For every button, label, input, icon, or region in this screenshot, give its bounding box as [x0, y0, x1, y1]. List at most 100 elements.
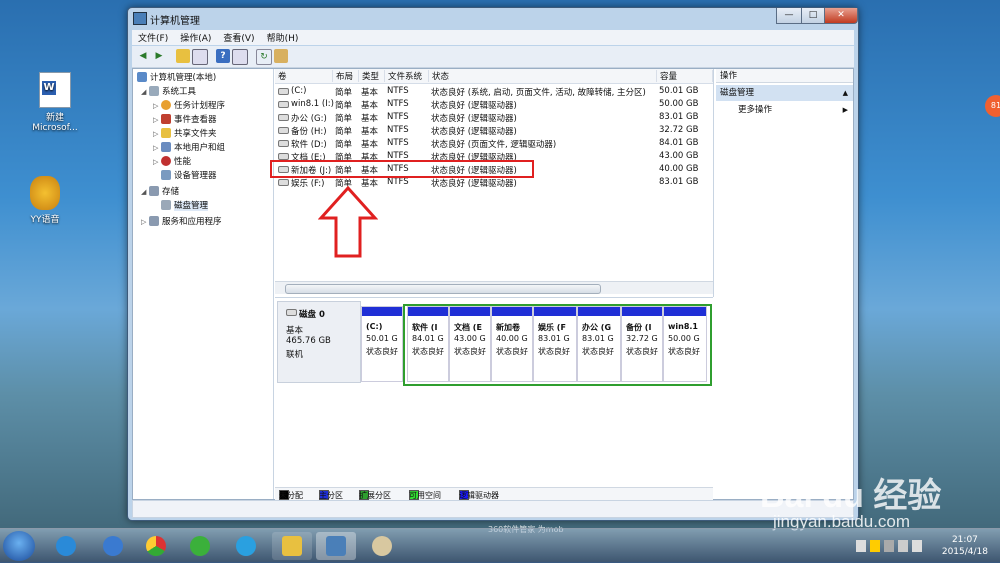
tree-item-device-manager[interactable]: 设备管理器 — [161, 169, 217, 183]
folder-up-icon[interactable] — [176, 49, 190, 63]
menu-view[interactable]: 查看(V) — [217, 30, 260, 45]
word-document-icon: W — [39, 72, 71, 108]
paint-icon — [372, 536, 392, 556]
taskbar-explorer[interactable] — [272, 532, 312, 560]
collapse-icon[interactable]: ◢ — [141, 185, 149, 199]
partition-block[interactable]: 备份 (I 32.72 G 状态良好 — [621, 306, 663, 382]
help-icon[interactable]: ? — [216, 49, 230, 63]
table-cell: 基本 — [361, 127, 379, 137]
column-status[interactable]: 状态 — [429, 70, 657, 82]
notification-badge[interactable]: 81 — [985, 95, 1000, 117]
more-actions-item[interactable]: 更多操作 ▶ — [716, 103, 853, 118]
tree-item-shared-folders[interactable]: ▷ 共享文件夹 — [153, 127, 217, 141]
table-row[interactable]: win8.1 (I:) 简单 基本 NTFS 状态良好 (逻辑驱动器) 50.00 GB — [275, 98, 713, 111]
tree-item-local-users[interactable]: ▷ 本地用户和组 — [153, 141, 225, 155]
collapse-icon[interactable]: ◢ — [141, 85, 149, 99]
scrollbar-thumb[interactable] — [285, 284, 601, 294]
desktop-icon-word-doc[interactable]: W 新建 Microsof... — [20, 72, 90, 133]
refresh-icon[interactable]: ↻ — [256, 49, 272, 65]
title-bar[interactable]: 计算机管理 — □ ✕ — [128, 8, 858, 28]
taskbar-paint[interactable] — [362, 532, 402, 560]
up-arrow-annotation — [318, 186, 378, 258]
taskbar-ie[interactable] — [46, 532, 86, 560]
column-capacity[interactable]: 容量 — [657, 70, 713, 82]
expand-icon[interactable]: ▷ — [153, 99, 161, 113]
taskbar-wechat[interactable] — [180, 532, 220, 560]
table-cell: NTFS — [387, 86, 409, 96]
tray-icons[interactable] — [856, 540, 926, 552]
column-filesystem[interactable]: 文件系统 — [385, 70, 429, 82]
partition-bar — [408, 307, 448, 316]
taskbar-computer-management[interactable] — [316, 532, 356, 560]
table-row[interactable]: 办公 (G:) 简单 基本 NTFS 状态良好 (逻辑驱动器) 83.01 GB — [275, 111, 713, 124]
clock[interactable]: 21:07 2015/4/18 — [942, 534, 988, 558]
taskbar-app[interactable] — [226, 532, 266, 560]
cloud-icon — [103, 536, 123, 556]
partition-text: 软件 (I — [412, 323, 438, 332]
partition-text: 状态良好 — [582, 347, 614, 356]
table-row[interactable]: 软件 (D:) 简单 基本 NTFS 状态良好 (页面文件, 逻辑驱动器) 84.01 G… — [275, 137, 713, 150]
expand-icon[interactable]: ▷ — [153, 113, 161, 127]
menu-file[interactable]: 文件(F) — [132, 30, 174, 45]
desktop-icon-label: 新建 Microsof... — [32, 113, 78, 133]
table-cell: 简单 — [335, 101, 353, 111]
expand-icon[interactable]: ▷ — [141, 215, 149, 229]
close-button[interactable]: ✕ — [824, 8, 858, 24]
show-hide-tree-icon[interactable] — [192, 49, 208, 65]
partition-text: win8.1 — [668, 322, 698, 331]
tree-item-storage[interactable]: ◢ 存储 — [141, 185, 179, 199]
tree-item-system-tools[interactable]: ◢ 系统工具 — [141, 85, 196, 99]
partition-block[interactable]: 文档 (E 43.00 G 状态良好 — [449, 306, 491, 382]
partition-text: 83.01 G — [538, 334, 570, 343]
tree-item-services-apps[interactable]: ▷ 服务和应用程序 — [141, 215, 222, 229]
partition-text: 状态良好 — [366, 347, 398, 356]
disk-name: 磁盘 0 — [286, 308, 325, 320]
tree-item-performance[interactable]: ▷ 性能 — [153, 155, 191, 169]
tree-item-event-viewer[interactable]: ▷ 事件查看器 — [153, 113, 217, 127]
back-arrow-icon[interactable]: ◀ — [136, 49, 150, 63]
tree-item-disk-management[interactable]: 磁盘管理 — [161, 199, 209, 213]
computer-icon — [137, 72, 147, 82]
partition-block[interactable]: 新加卷 40.00 G 状态良好 — [491, 306, 533, 382]
actions-section-disk-management[interactable]: 磁盘管理 ▲ — [716, 85, 853, 101]
table-row[interactable]: (C:) 简单 基本 NTFS 状态良好 (系统, 启动, 页面文件, 活动, 故障转储… — [275, 85, 713, 98]
expand-icon[interactable]: ▷ — [153, 141, 161, 155]
forward-arrow-icon[interactable]: ▶ — [152, 49, 166, 63]
tools-icon — [149, 86, 159, 96]
tree-item-task-scheduler[interactable]: ▷ 任务计划程序 — [153, 99, 225, 113]
table-cell: 50.01 GB — [659, 86, 699, 96]
partition-text: 新加卷 — [496, 323, 520, 332]
column-type[interactable]: 类型 — [359, 70, 385, 82]
minimize-button[interactable]: — — [776, 8, 802, 24]
partition-text: 文档 (E — [454, 323, 482, 332]
disk-info[interactable]: 磁盘 0 基本 465.76 GB 联机 — [277, 301, 361, 383]
maximize-button[interactable]: □ — [801, 8, 825, 24]
table-cell: 43.00 GB — [659, 151, 699, 161]
expand-icon[interactable]: ▷ — [153, 127, 161, 141]
column-layout[interactable]: 布局 — [333, 70, 359, 82]
partition-block[interactable]: 软件 (I 84.01 G 状态良好 — [407, 306, 449, 382]
start-button[interactable] — [3, 531, 35, 561]
table-row[interactable]: 备份 (H:) 简单 基本 NTFS 状态良好 (逻辑驱动器) 32.72 GB — [275, 124, 713, 137]
desktop-icon-yy[interactable]: YY语音 — [10, 176, 80, 225]
partition-bar — [622, 307, 662, 316]
table-cell: NTFS — [387, 99, 409, 109]
action-pane-icon[interactable] — [232, 49, 248, 65]
collapse-arrow-icon[interactable]: ▲ — [843, 85, 848, 101]
tree-item-computer-management[interactable]: 计算机管理(本地) — [137, 71, 216, 85]
menu-action[interactable]: 操作(A) — [174, 30, 217, 45]
column-volume[interactable]: 卷 — [275, 70, 333, 82]
table-cell: 基本 — [361, 88, 379, 98]
table-cell: 83.01 GB — [659, 177, 699, 187]
taskbar-baidu-cloud[interactable] — [93, 532, 133, 560]
properties-icon[interactable] — [274, 49, 288, 63]
partition-block[interactable]: win8.1 50.00 G 状态良好 — [663, 306, 707, 382]
taskbar-chrome[interactable] — [136, 532, 176, 560]
menu-help[interactable]: 帮助(H) — [261, 30, 305, 45]
table-cell: (C:) — [291, 86, 307, 96]
partition-block[interactable]: 办公 (G 83.01 G 状态良好 — [577, 306, 621, 382]
partition-block[interactable]: (C:) 50.01 G 状态良好 — [361, 306, 403, 382]
horizontal-scrollbar[interactable] — [275, 281, 713, 294]
expand-icon[interactable]: ▷ — [153, 155, 161, 169]
partition-block[interactable]: 娱乐 (F 83.01 G 状态良好 — [533, 306, 577, 382]
